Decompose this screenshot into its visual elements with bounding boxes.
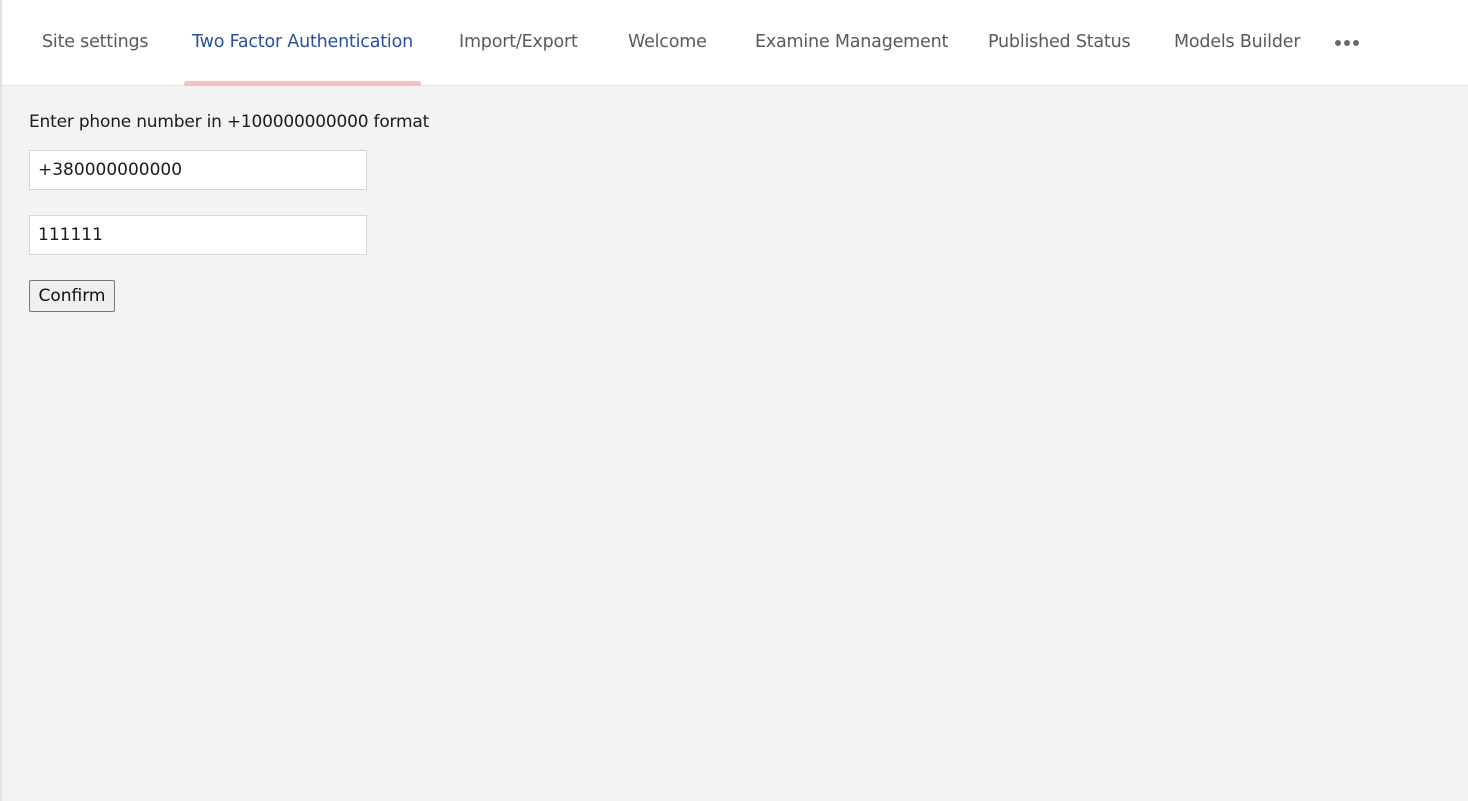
- phone-instruction-label: Enter phone number in +100000000000 form…: [29, 112, 430, 132]
- tab-examine-management[interactable]: Examine Management: [755, 0, 948, 86]
- app-frame: Site settings Two Factor Authentication …: [0, 0, 1468, 801]
- confirm-button[interactable]: Confirm: [29, 280, 115, 312]
- tab-models-builder[interactable]: Models Builder: [1174, 0, 1301, 86]
- tab-welcome[interactable]: Welcome: [628, 0, 707, 86]
- verification-code-input[interactable]: [29, 215, 367, 255]
- tab-site-settings[interactable]: Site settings: [42, 0, 149, 86]
- phone-number-input[interactable]: [29, 150, 367, 190]
- tab-published-status[interactable]: Published Status: [988, 0, 1131, 86]
- tab-import-export[interactable]: Import/Export: [459, 0, 578, 86]
- tab-bar: Site settings Two Factor Authentication …: [2, 0, 1468, 86]
- ellipsis-icon[interactable]: [1333, 36, 1361, 50]
- tab-two-factor-authentication[interactable]: Two Factor Authentication: [184, 0, 421, 86]
